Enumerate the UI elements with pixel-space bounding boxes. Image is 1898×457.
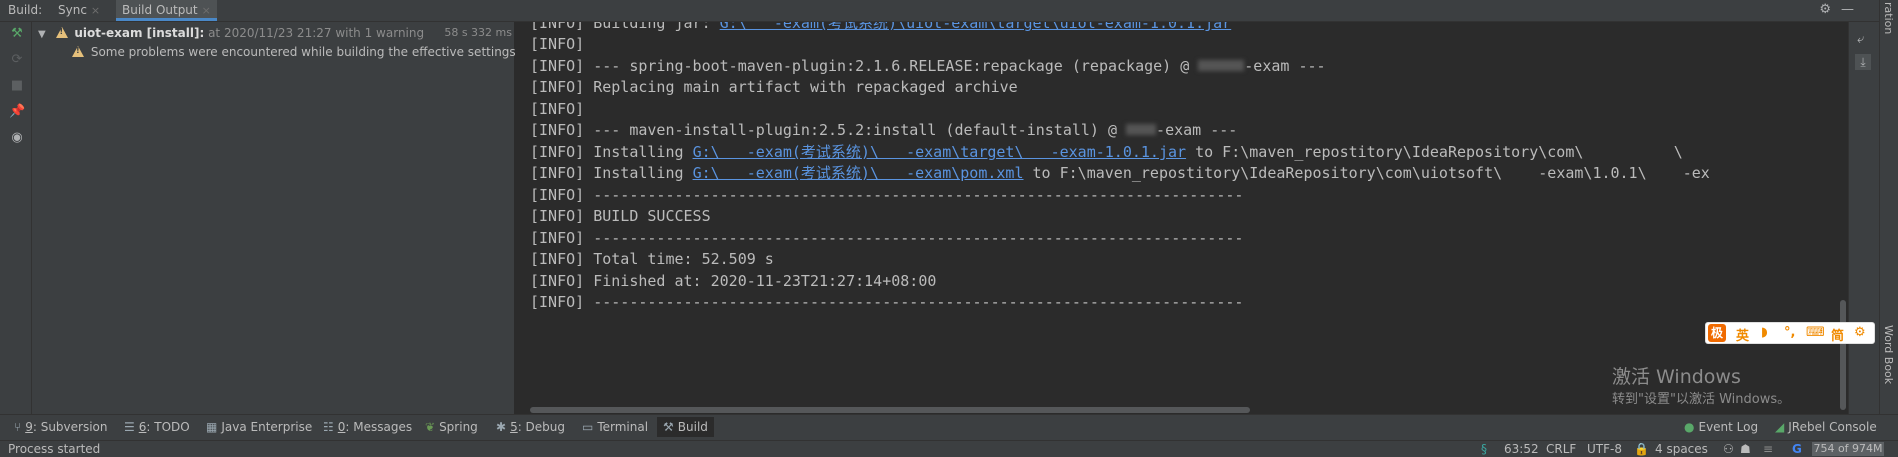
tab-debug[interactable]: ✱ 5: Debug (496, 420, 565, 434)
inspector-icon[interactable]: ⚇ (1723, 442, 1734, 456)
file-link[interactable]: G:\ -exam(考试系统)\uiot-exam\target\uiot-ex… (720, 22, 1232, 32)
console-line: [INFO] ---------------------------------… (530, 229, 1244, 247)
warning-icon (72, 46, 84, 57)
tab-todo[interactable]: ☰ 6: TODO (124, 420, 190, 434)
file-link[interactable]: G:\ -exam(考试系统)\ -exam\pom.xml (693, 164, 1024, 182)
console-line: [INFO] Installing G:\ -exam(考试系统)\ -exam… (530, 164, 1710, 182)
git-icon[interactable]: § (1481, 442, 1487, 456)
side-tab-word-book[interactable]: Word Book (1882, 325, 1895, 384)
build-icon: ⚒ (663, 420, 674, 434)
debug-icon: ✱ (496, 420, 507, 434)
right-side-strip: ration Word Book (1879, 0, 1898, 414)
tab-build-output[interactable]: Build Output × (116, 0, 217, 21)
redacted-text (1198, 60, 1245, 71)
console-line: [INFO] (530, 35, 585, 53)
ime-simplified-toggle[interactable]: 简 (1831, 325, 1844, 344)
console-output[interactable]: [INFO] Building jar: G:\ -exam(考试系统)\uio… (515, 22, 1848, 414)
console-line: [INFO] Building jar: G:\ -exam(考试系统)\uio… (530, 22, 1231, 33)
cursor-position[interactable]: 63:52 (1504, 442, 1539, 456)
console-line: [INFO] Replacing main artifact with repa… (530, 78, 1018, 96)
horizontal-scrollbar[interactable] (530, 407, 1250, 413)
tree-root-name: uiot-exam [install]: (74, 26, 205, 40)
status-bar: Process started § 63:52 CRLF UTF-8 🔒 4 s… (0, 440, 1898, 457)
console-line: [INFO] --- spring-boot-maven-plugin:2.1.… (530, 57, 1326, 75)
subversion-icon: ⑂ (14, 420, 22, 434)
redacted-text (1126, 124, 1157, 135)
gear-icon[interactable]: ⚙ (1819, 2, 1831, 17)
tree-root-duration: 58 s 332 ms (444, 26, 512, 39)
close-icon[interactable]: × (91, 4, 100, 17)
expand-chevron-icon[interactable]: ▼ (38, 29, 46, 40)
vertical-scrollbar[interactable] (1840, 300, 1846, 410)
file-link[interactable]: G:\ -exam(考试系统)\ -exam\target\ -exam-1.0… (693, 143, 1186, 161)
ime-english-toggle[interactable]: 英 (1736, 325, 1749, 344)
ime-moon-icon[interactable]: ◗ (1761, 325, 1768, 340)
minimize-icon[interactable]: — (1841, 2, 1854, 17)
console-line: [INFO] Installing G:\ -exam(考试系统)\ -exam… (530, 143, 1683, 161)
lock-icon: 🔒 (1634, 442, 1649, 456)
rebuild-hammer-icon[interactable]: ⚒ (9, 26, 25, 42)
build-tool-window-header: Build: Sync × Build Output × ⚙ — (0, 0, 1898, 22)
tree-root-row[interactable]: ▼ uiot-exam [install]: at 2020/11/23 21:… (38, 26, 512, 44)
console-right-toolbar: ⤶ ⤓ (1848, 22, 1879, 414)
terminal-icon: ▭ (582, 420, 594, 434)
indent-setting[interactable]: 4 spaces (1655, 442, 1708, 456)
pin-icon[interactable]: 📌 (9, 104, 25, 120)
header-actions: ⚙ — (1809, 2, 1854, 17)
jrebel-icon: ◢ (1775, 420, 1785, 434)
build-label: Build: (8, 3, 43, 17)
rerun-icon[interactable]: ⟳ (9, 52, 25, 68)
tab-event-log[interactable]: ● Event Log (1684, 420, 1758, 434)
eye-icon[interactable]: ◉ (9, 130, 25, 146)
tab-spring[interactable]: ❦ Spring (425, 420, 478, 434)
spring-icon: ❦ (425, 420, 436, 434)
tab-sync[interactable]: Sync × (52, 0, 106, 21)
side-tab-top[interactable]: ration (1882, 2, 1895, 34)
google-icon[interactable]: G (1792, 442, 1802, 456)
ime-toolbar[interactable]: 极 英 ◗ °, ⌨ 简 ⚙ (1705, 322, 1875, 344)
activation-watermark-subtitle: 转到"设置"以激活 Windows。 (1612, 392, 1791, 407)
todo-icon: ☰ (124, 420, 135, 434)
console-line: [INFO] ---------------------------------… (530, 186, 1244, 204)
build-tree: ▼ uiot-exam [install]: at 2020/11/23 21:… (32, 22, 516, 414)
tab-build[interactable]: ⚒ Build (657, 417, 714, 437)
tree-child-text: Some problems were encountered while bui… (90, 45, 516, 59)
console-line: [INFO] ---------------------------------… (530, 293, 1244, 311)
scroll-to-end-icon[interactable]: ⤓ (1855, 54, 1871, 70)
tab-build-output-label: Build Output (122, 3, 198, 17)
ime-logo[interactable]: 极 (1708, 324, 1726, 342)
tools-icon[interactable]: ≡ (1763, 442, 1773, 456)
tab-java-enterprise[interactable]: ▦ Java Enterprise (206, 420, 312, 434)
console-line: [INFO] (530, 100, 585, 118)
file-encoding[interactable]: UTF-8 (1587, 442, 1622, 456)
stop-icon[interactable]: ■ (9, 78, 25, 94)
warning-icon (55, 27, 68, 38)
tab-subversion[interactable]: ⑂ 9: Subversion (14, 420, 108, 434)
vcs-icon[interactable]: ☗ (1740, 442, 1751, 456)
memory-indicator[interactable]: 754 of 974M (1812, 442, 1884, 456)
build-left-toolbar: ⚒ ⟳ ■ 📌 ◉ (0, 22, 32, 414)
tab-jrebel-console[interactable]: ◢ JRebel Console (1775, 420, 1877, 434)
ime-settings-icon[interactable]: ⚙ (1854, 325, 1866, 340)
console-line: [INFO] --- maven-install-plugin:2.5.2:in… (530, 121, 1238, 139)
tool-window-bar: ⑂ 9: Subversion ☰ 6: TODO ▦ Java Enterprise… (0, 414, 1898, 440)
console-line: [INFO] Total time: 52.509 s (530, 250, 774, 268)
tab-terminal[interactable]: ▭ Terminal (582, 420, 648, 434)
java-enterprise-icon: ▦ (206, 420, 218, 434)
tab-sync-label: Sync (58, 3, 87, 17)
tree-child-row[interactable]: Some problems were encountered while bui… (72, 45, 516, 63)
console-line: [INFO] Finished at: 2020-11-23T21:27:14+… (530, 272, 937, 290)
tab-messages[interactable]: ☷ 0: Messages (323, 420, 412, 434)
line-separator[interactable]: CRLF (1546, 442, 1576, 456)
console-line: [INFO] BUILD SUCCESS (530, 207, 711, 225)
status-message: Process started (8, 442, 101, 456)
tree-root-detail: at 2020/11/23 21:27 with 1 warning (204, 26, 425, 40)
event-log-icon: ● (1684, 420, 1695, 434)
close-icon[interactable]: × (202, 4, 211, 17)
activation-watermark-title: 激活 Windows (1612, 366, 1741, 388)
ime-punct-icon[interactable]: °, (1784, 325, 1795, 340)
soft-wrap-icon[interactable]: ⤶ (1857, 32, 1864, 47)
ime-keyboard-icon[interactable]: ⌨ (1806, 325, 1825, 340)
messages-icon: ☷ (323, 420, 334, 434)
